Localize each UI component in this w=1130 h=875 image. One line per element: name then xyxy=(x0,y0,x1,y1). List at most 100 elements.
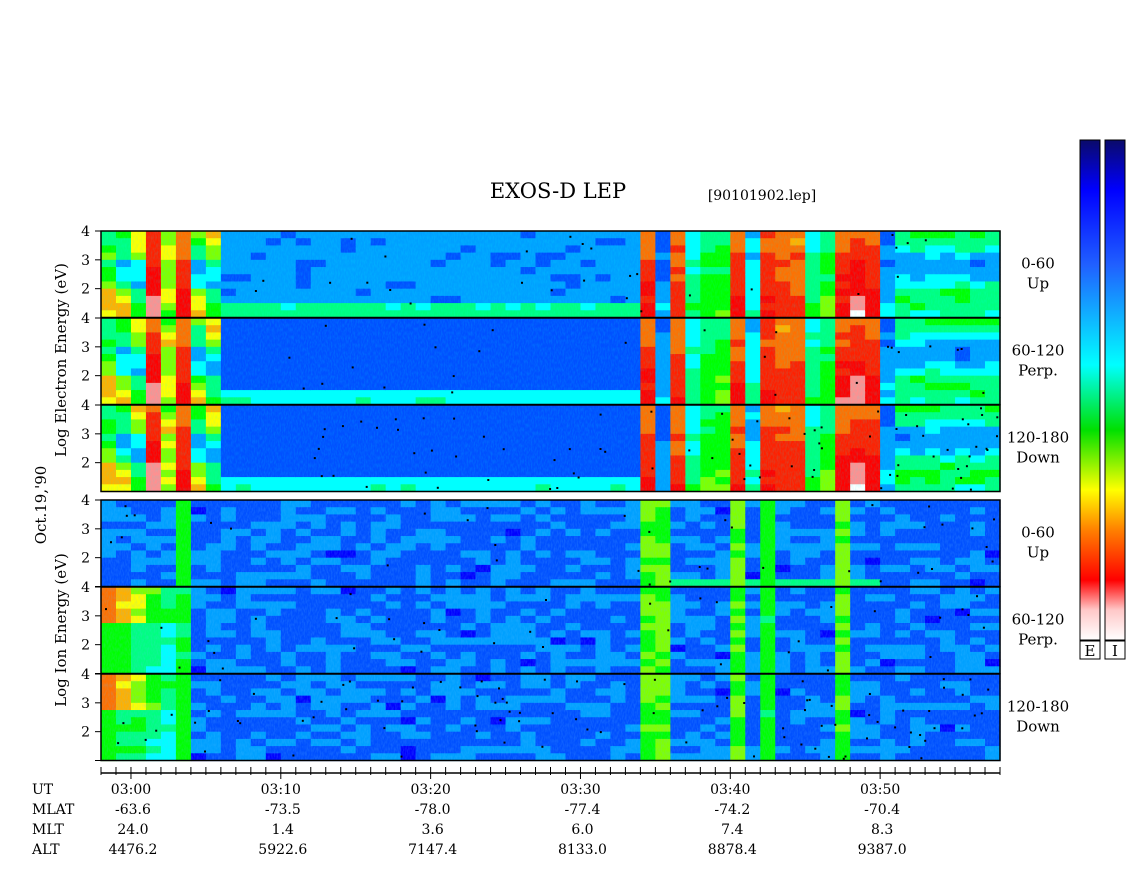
dropout-pixel xyxy=(411,686,414,689)
y-tick-label: 4 xyxy=(81,311,90,327)
dropout-pixel xyxy=(943,686,945,689)
dropout-pixel xyxy=(599,448,602,450)
dropout-pixel xyxy=(932,455,935,458)
ephemeris-value: 6.0 xyxy=(571,822,593,838)
dropout-pixel xyxy=(551,712,554,715)
dropout-pixel xyxy=(946,448,949,451)
dropout-pixel xyxy=(629,274,632,277)
dropout-pixel xyxy=(996,416,999,419)
y-tick-label: 4 xyxy=(81,580,90,596)
dropout-pixel xyxy=(871,504,874,507)
pitch-direction: Down xyxy=(1016,717,1060,735)
dropout-pixel xyxy=(985,546,988,548)
dropout-pixel xyxy=(122,722,125,725)
dropout-pixel xyxy=(207,710,210,712)
dropout-pixel xyxy=(842,757,845,760)
ion-energy-label: Log Ion Energy (eV) xyxy=(52,553,70,707)
ephemeris-value: 3.6 xyxy=(422,822,444,838)
dropout-pixel xyxy=(688,294,691,297)
dropout-pixel xyxy=(581,243,584,245)
dropout-pixel xyxy=(975,445,978,448)
dropout-pixel xyxy=(322,435,325,438)
ephemeris-table: 03:00 03:10 03:20 03:30 03:40 03:50MLAT -63.6-… xyxy=(31,782,907,858)
dropout-pixel xyxy=(801,680,804,683)
dropout-pixel xyxy=(494,701,497,704)
dropout-pixel xyxy=(365,485,368,488)
dropout-pixel xyxy=(877,410,880,413)
exos-d-lep-spectrogram-figure: EXOS-D LEP [90101902.lep] 43243243243243… xyxy=(31,139,1126,858)
y-tick-label: 3 xyxy=(81,340,90,356)
pitch-angle-range: 120-180 xyxy=(1007,428,1069,446)
ephemeris-value: -77.4 xyxy=(565,802,601,818)
dropout-pixel xyxy=(960,348,963,350)
dropout-pixel xyxy=(423,622,426,625)
dropout-pixel xyxy=(957,468,960,470)
dropout-pixel xyxy=(568,448,571,451)
dropout-pixel xyxy=(321,382,324,385)
dropout-pixel xyxy=(721,412,724,415)
dropout-pixel xyxy=(648,530,651,533)
dropout-pixel xyxy=(495,559,498,562)
dropout-pixel xyxy=(887,345,889,348)
dropout-pixel xyxy=(942,678,945,681)
dropout-pixel xyxy=(453,417,456,420)
dropout-pixel xyxy=(873,610,876,613)
dropout-pixel xyxy=(787,651,790,654)
dropout-pixel xyxy=(782,727,785,730)
electron-energy-label: Log Electron Energy (eV) xyxy=(52,263,70,457)
dropout-pixel xyxy=(599,731,602,734)
pitch-direction: Perp. xyxy=(1018,361,1058,379)
panel-ion-perp xyxy=(100,586,1001,675)
dropout-pixel xyxy=(320,700,323,703)
dropout-pixel xyxy=(207,640,210,643)
dropout-pixel xyxy=(857,293,860,295)
dropout-pixel xyxy=(688,449,691,452)
dropout-pixel xyxy=(345,708,348,711)
pitch-angle-range: 60-120 xyxy=(1012,610,1065,628)
dropout-pixel xyxy=(890,346,893,349)
dropout-pixel xyxy=(848,570,851,573)
dropout-pixel xyxy=(895,246,898,249)
dropout-pixel xyxy=(569,235,572,238)
dropout-pixel xyxy=(120,536,123,539)
dropout-pixel xyxy=(743,702,746,704)
dropout-pixel xyxy=(383,386,386,389)
dropout-pixel xyxy=(332,474,335,477)
dropout-pixel xyxy=(388,618,391,621)
dropout-pixel xyxy=(482,435,485,438)
dropout-pixel xyxy=(649,602,652,605)
dropout-pixel xyxy=(820,426,823,429)
dropout-pixel xyxy=(965,465,968,468)
dropout-pixel xyxy=(476,695,479,698)
dropout-pixel xyxy=(813,429,816,432)
dropout-pixel xyxy=(804,709,806,712)
dropout-pixel xyxy=(976,595,978,598)
pitch-angle-range: 120-180 xyxy=(1007,697,1069,715)
dropout-pixel xyxy=(929,345,932,348)
dropout-pixel xyxy=(583,279,586,282)
dropout-pixel xyxy=(409,302,412,305)
dropout-pixel xyxy=(706,567,709,570)
dropout-pixel xyxy=(413,452,416,455)
dropout-pixel xyxy=(753,755,755,758)
time-axis: UT xyxy=(32,767,1001,798)
dropout-pixel xyxy=(487,479,490,481)
dropout-pixel xyxy=(423,512,426,515)
dropout-pixel xyxy=(928,505,931,508)
dropout-pixel xyxy=(401,700,404,703)
dropout-pixel xyxy=(586,728,589,731)
y-tick-label: 3 xyxy=(81,609,90,625)
ephemeris-row-label: MLT xyxy=(32,822,64,838)
dropout-pixel xyxy=(920,757,923,760)
dropout-pixel xyxy=(652,712,655,715)
dropout-pixel xyxy=(436,486,439,489)
dropout-pixel xyxy=(572,472,575,475)
pitch-angle-range: 0-60 xyxy=(1021,254,1055,272)
dropout-pixel xyxy=(393,638,396,641)
dropout-pixel xyxy=(493,642,496,645)
dropout-pixel xyxy=(650,410,653,413)
dropout-pixel xyxy=(219,679,222,682)
dropout-pixel xyxy=(324,324,327,327)
dropout-pixel xyxy=(933,727,936,730)
dropout-pixel xyxy=(474,724,477,727)
